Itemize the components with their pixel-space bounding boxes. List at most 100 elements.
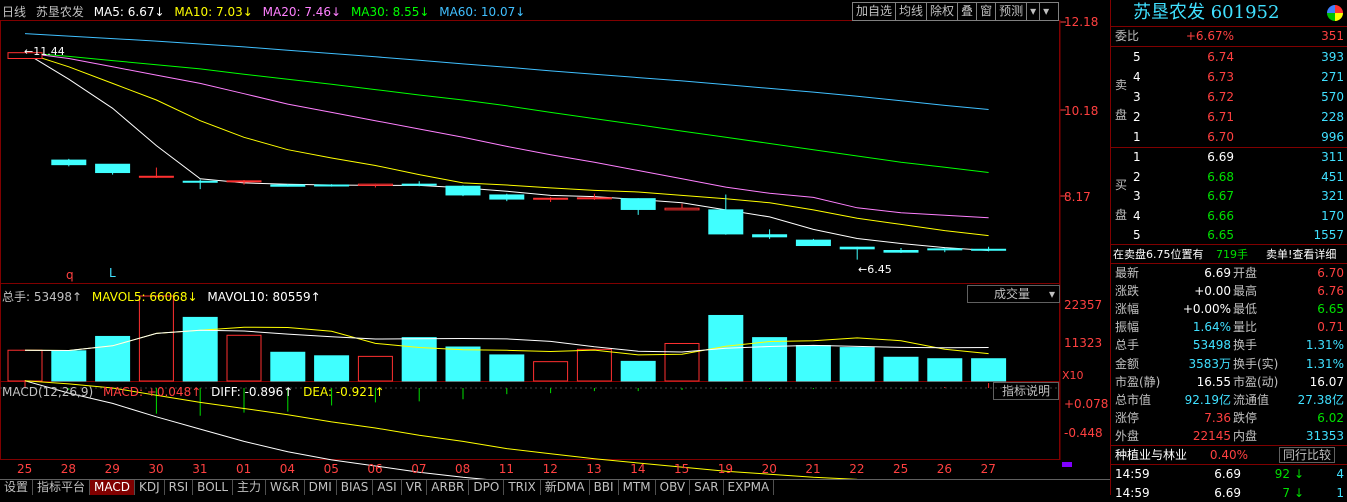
tab-kdj[interactable]: KDJ: [135, 480, 165, 495]
buy-level-row[interactable]: 1 6.69 311: [1111, 148, 1347, 167]
weibi-pct: +6.67%: [1185, 29, 1234, 43]
notice-link[interactable]: 卖单!查看详细: [1266, 245, 1336, 264]
stat-value: 6.69: [1204, 266, 1231, 280]
tick-price: 6.69: [1214, 486, 1241, 500]
tab-arbr[interactable]: ARBR: [427, 480, 470, 495]
stat-label: 跌停: [1233, 410, 1258, 425]
stat-label: 最新: [1115, 266, 1140, 280]
date-tick-label: 15: [674, 462, 690, 476]
candle-body: [182, 180, 218, 183]
ma20-label: MA20: 7.46↓: [262, 5, 342, 19]
date-tick-label: 28: [60, 462, 77, 476]
stat-row: 总手 53498 换手 1.31%: [1111, 336, 1347, 354]
ex-rights-button[interactable]: 除权: [927, 3, 959, 20]
indicator-help-button[interactable]: 指标说明: [993, 382, 1059, 400]
price-panel-frame: [0, 20, 1060, 284]
diff-label: DIFF: -0.896↑: [211, 385, 294, 399]
tab-macd[interactable]: MACD: [90, 480, 136, 495]
volume-indicator-select[interactable]: 成交量 ▾: [967, 285, 1060, 303]
volume-bar: [620, 360, 656, 382]
tab-bbi[interactable]: BBI: [590, 480, 619, 495]
candle-body: [51, 159, 87, 166]
tab-dpo[interactable]: DPO: [469, 480, 505, 495]
sell-level-row[interactable]: 4 6.73 271: [1111, 68, 1347, 87]
buy-level-row[interactable]: 3 6.67 321: [1111, 187, 1347, 206]
stat-row: 最新 6.69 开盘 6.70: [1111, 264, 1347, 282]
date-tick-label: 29: [104, 462, 120, 476]
volume-bar: [883, 356, 919, 382]
candle-body: [533, 197, 569, 200]
toolbar-menu-icon[interactable]: ▾: [1040, 3, 1052, 20]
volume-bar: [357, 355, 393, 382]
stat-label: 市盈(动): [1233, 374, 1279, 389]
forecast-button[interactable]: 预测: [996, 3, 1028, 20]
tab-w-r[interactable]: W&R: [266, 480, 305, 495]
overlay-button[interactable]: 叠: [958, 3, 978, 20]
tab-bias[interactable]: BIAS: [337, 480, 374, 495]
tab-vr[interactable]: VR: [402, 480, 428, 495]
tick-volume: 92: [1274, 467, 1290, 481]
candle-body: [138, 175, 174, 178]
q-marker: q: [66, 268, 74, 282]
candle-body: [927, 248, 963, 251]
candle-body: [445, 185, 481, 196]
tab-dmi[interactable]: DMI: [305, 480, 337, 495]
candle-body: [401, 183, 437, 186]
volume-bar: [401, 337, 437, 382]
indicator-tabs: 设置 指标平台 MACD KDJ RSI BOLL 主力 W&R DMI BIAS ASI VR ARB…: [0, 479, 1110, 495]
macd-value-label: MACD: +0.048↑: [102, 385, 202, 399]
tab-asi[interactable]: ASI: [373, 480, 402, 495]
tab-obv[interactable]: OBV: [656, 480, 691, 495]
buy-level-row[interactable]: 4 6.66 170: [1111, 207, 1347, 226]
volume-bar: [795, 345, 831, 382]
tab-trix[interactable]: TRIX: [504, 480, 541, 495]
tab--[interactable]: 设置: [0, 480, 34, 495]
stat-value: +0.00%: [1182, 302, 1231, 317]
volume-bar: [971, 358, 1007, 382]
sell-level-row[interactable]: 1 6.70 996: [1111, 128, 1347, 147]
pie-chart-icon[interactable]: [1327, 5, 1343, 21]
volume-bar: [752, 337, 788, 382]
chart-canvas[interactable]: [0, 0, 1110, 495]
tab-sar[interactable]: SAR: [690, 480, 724, 495]
sell-level-row[interactable]: 3 6.72 570: [1111, 88, 1347, 107]
stat-row: 市盈(静) 16.55 市盈(动) 16.07: [1111, 373, 1347, 391]
buy-price: 6.65: [1207, 228, 1234, 242]
sell-volume: 228: [1321, 110, 1344, 124]
period-label: 日线: [2, 5, 27, 19]
tab--[interactable]: 主力: [233, 480, 267, 495]
tab-mtm[interactable]: MTM: [619, 480, 656, 495]
tab-expma[interactable]: EXPMA: [724, 480, 775, 495]
tab-rsi[interactable]: RSI: [165, 480, 194, 495]
date-tick-label: 04: [279, 462, 296, 476]
chart-toolbar: 加自选 均线 除权 叠 窗 预测 ▾ ▾: [852, 2, 1059, 21]
tick-time: 14:59: [1115, 486, 1150, 500]
toolbar-dropdown-icon[interactable]: ▾: [1027, 3, 1041, 20]
volume-bar: [270, 351, 306, 382]
ma10-label: MA10: 7.03↓: [174, 5, 253, 19]
sell-level-row[interactable]: 5 6.74 393: [1111, 48, 1347, 67]
stat-label: 换手: [1233, 338, 1258, 353]
chart-area[interactable]: 日线 苏垦农发 MA5: 6.67↓ MA10: 7.03↓ MA20: 7.4…: [0, 0, 1110, 495]
tab-boll[interactable]: BOLL: [193, 480, 234, 495]
tab--dma[interactable]: 新DMA: [541, 480, 590, 495]
window-button[interactable]: 窗: [977, 3, 997, 20]
sell-price: 6.74: [1207, 50, 1234, 64]
sell-price: 6.72: [1207, 90, 1234, 104]
sell-level-row[interactable]: 2 6.71 228: [1111, 108, 1347, 127]
macd-name-label: MACD(12,26,9): [2, 385, 94, 399]
notice-text: 在卖盘6.75位置有: [1113, 248, 1204, 261]
stat-row: 总市值 92.19亿 流通值 27.38亿: [1111, 391, 1347, 409]
stat-label: 量比: [1233, 320, 1258, 335]
ma-button[interactable]: 均线: [896, 3, 928, 20]
stat-value: 1.64%: [1192, 320, 1231, 335]
stat-value: 16.55: [1196, 374, 1231, 389]
price-axis-mid: 10.18: [1064, 104, 1099, 118]
industry-name[interactable]: 种植业与林业: [1115, 446, 1187, 464]
add-watchlist-button[interactable]: 加自选: [853, 3, 897, 20]
buy-level-row[interactable]: 2 6.68 451: [1111, 168, 1347, 187]
order-notice[interactable]: 在卖盘6.75位置有 719手 卖单!查看详细: [1111, 245, 1347, 264]
buy-level-row[interactable]: 5 6.65 1557: [1111, 226, 1347, 245]
industry-compare-button[interactable]: 同行比较: [1279, 447, 1336, 463]
tab--[interactable]: 指标平台: [33, 480, 91, 495]
